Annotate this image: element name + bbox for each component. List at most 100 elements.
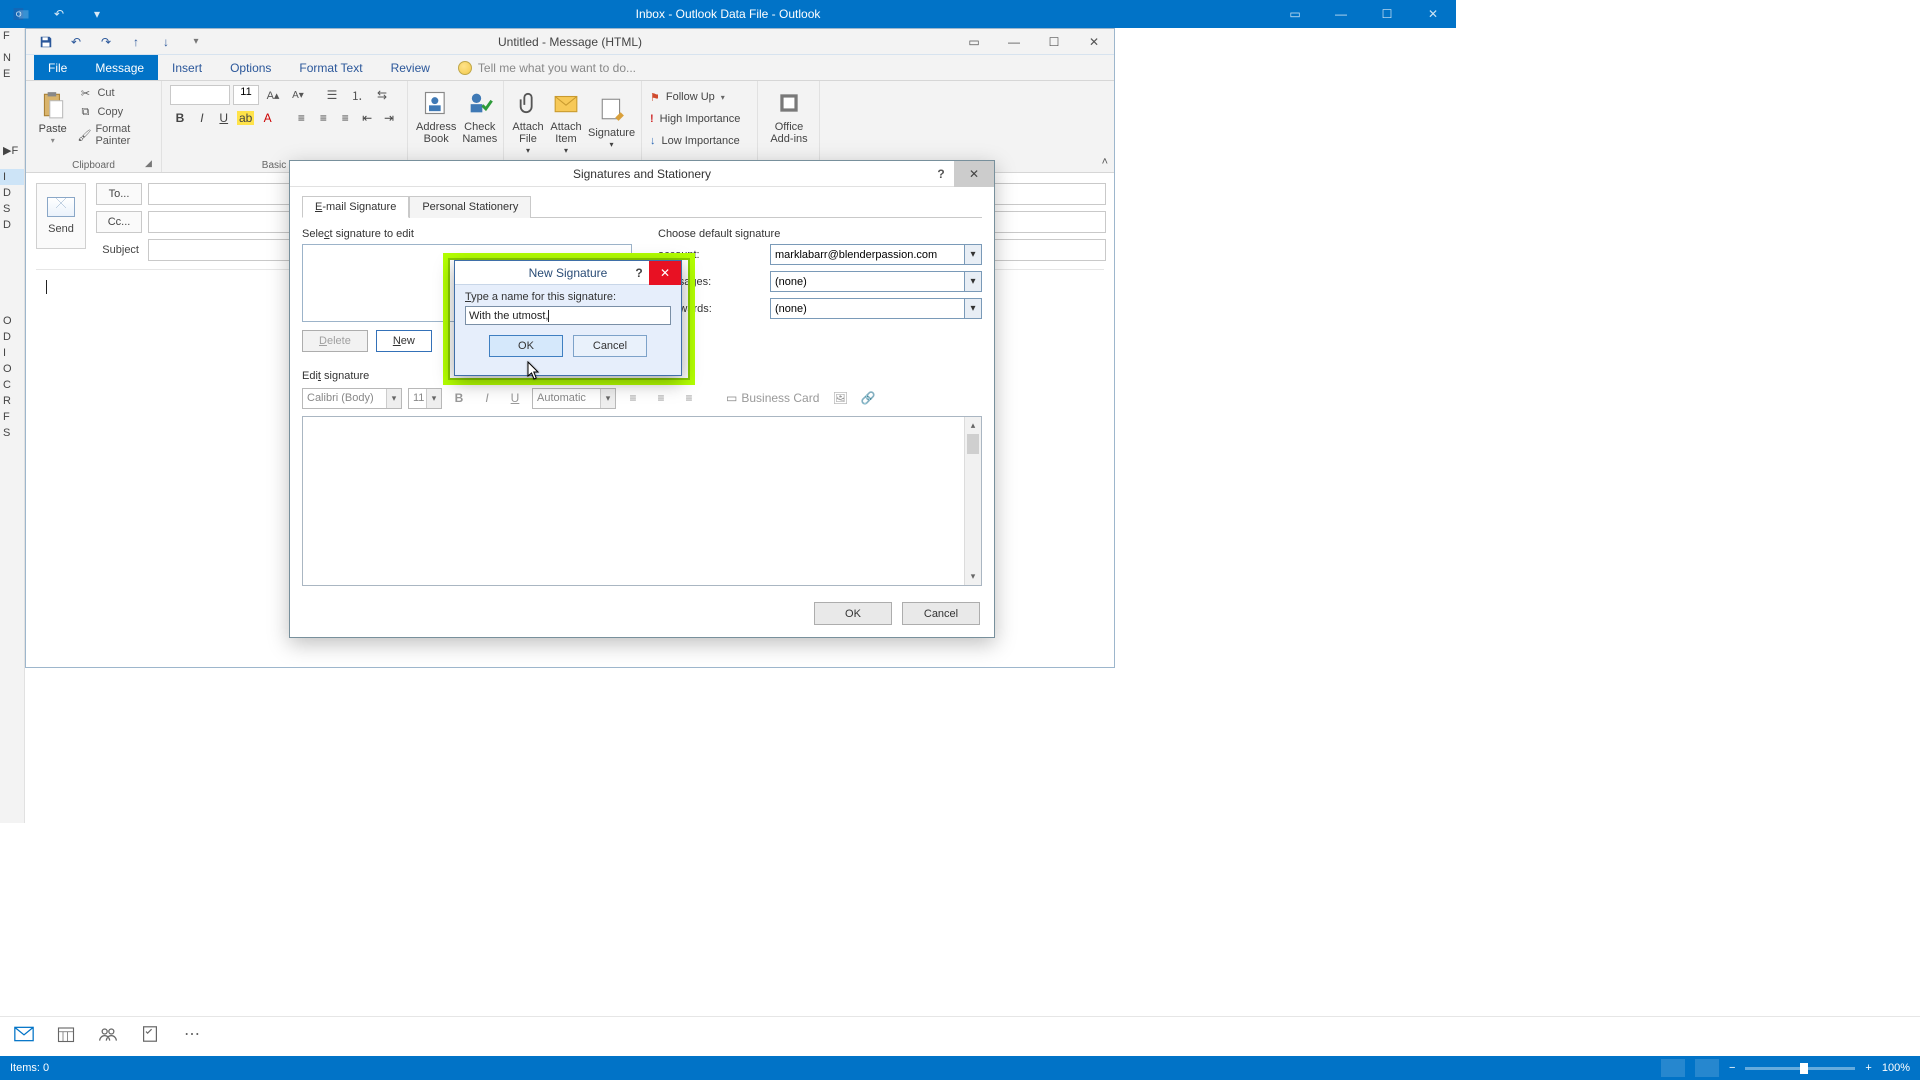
format-painter-button[interactable]: 🖌Format Painter <box>77 123 153 147</box>
address-book-button[interactable]: Address Book <box>416 85 456 145</box>
replies-forwards-select[interactable]: (none)▾ <box>770 298 982 319</box>
font-name-combo[interactable] <box>170 85 230 105</box>
tasks-module-icon[interactable] <box>140 1024 160 1044</box>
copy-button[interactable]: ⧉Copy <box>77 104 153 120</box>
close-icon[interactable]: ✕ <box>1410 0 1456 28</box>
cc-button[interactable]: Cc... <box>96 211 142 233</box>
tell-me-search[interactable]: Tell me what you want to do... <box>444 55 650 80</box>
to-button[interactable]: To... <box>96 183 142 205</box>
zoom-level[interactable]: 100% <box>1882 1062 1910 1074</box>
sig-font-name-select[interactable]: Calibri (Body)▾ <box>302 388 402 409</box>
delete-signature-button[interactable]: Delete <box>302 330 368 352</box>
save-icon[interactable] <box>32 31 60 53</box>
check-names-button[interactable]: Check Names <box>462 85 497 145</box>
tab-file[interactable]: File <box>34 55 81 80</box>
font-color-button[interactable]: A <box>258 109 278 127</box>
sig-italic-button[interactable]: I <box>476 388 498 409</box>
office-addins-button[interactable]: Office Add-ins <box>766 85 812 145</box>
more-modules-icon[interactable]: ⋯ <box>182 1024 202 1044</box>
cut-button[interactable]: ✂Cut <box>77 85 153 101</box>
sig-font-color-select[interactable]: Automatic▾ <box>532 388 616 409</box>
collapse-ribbon-icon[interactable]: ˄ <box>1102 156 1108 168</box>
scroll-down-icon[interactable]: ▾ <box>965 568 981 585</box>
minimize-icon[interactable]: — <box>1318 0 1364 28</box>
outlook-app-icon[interactable]: O <box>6 3 36 25</box>
insert-picture-icon[interactable]: 🖼 <box>829 388 851 409</box>
sig-align-center-icon[interactable]: ≡ <box>650 388 672 409</box>
tab-review[interactable]: Review <box>377 55 444 80</box>
new-messages-select[interactable]: (none)▾ <box>770 271 982 292</box>
scrollbar[interactable]: ▴ ▾ <box>964 417 981 585</box>
sig-bold-button[interactable]: B <box>448 388 470 409</box>
insert-hyperlink-icon[interactable]: 🔗 <box>857 388 879 409</box>
underline-button[interactable]: U <box>214 109 234 127</box>
scroll-thumb[interactable] <box>967 434 979 454</box>
reading-view-icon[interactable] <box>1695 1059 1719 1077</box>
zoom-in-icon[interactable]: + <box>1865 1062 1871 1074</box>
increase-indent-icon[interactable]: ⇥ <box>379 109 399 127</box>
close-icon[interactable]: ✕ <box>649 261 681 285</box>
ribbon-display-options-icon[interactable]: ▭ <box>1272 0 1318 28</box>
attach-file-button[interactable]: Attach File▾ <box>512 85 544 156</box>
zoom-out-icon[interactable]: − <box>1729 1062 1735 1074</box>
follow-up-button[interactable]: ⚑ Follow Up▾ <box>650 87 749 107</box>
close-icon[interactable]: ✕ <box>1074 29 1114 55</box>
tab-message[interactable]: Message <box>81 55 158 80</box>
mail-module-icon[interactable] <box>14 1024 34 1044</box>
email-account-select[interactable]: marklabarr@blenderpassion.com▾ <box>770 244 982 265</box>
new-signature-button[interactable]: New <box>376 330 432 352</box>
tab-format-text[interactable]: Format Text <box>285 55 376 80</box>
decrease-indent-icon[interactable]: ⇤ <box>357 109 377 127</box>
numbering-icon[interactable]: ⒈ <box>346 85 368 105</box>
clipboard-launcher-icon[interactable]: ◢ <box>145 158 157 170</box>
zoom-thumb[interactable] <box>1800 1063 1808 1074</box>
tab-personal-stationery[interactable]: Personal Stationery <box>409 196 531 218</box>
undo-icon[interactable]: ↶ <box>44 3 74 25</box>
previous-item-icon[interactable]: ↑ <box>122 31 150 53</box>
new-signature-name-input[interactable]: With the utmost, <box>465 306 671 325</box>
help-icon[interactable]: ? <box>627 261 651 285</box>
low-importance-button[interactable]: ↓ Low Importance <box>650 131 749 151</box>
redo-icon[interactable]: ↷ <box>92 31 120 53</box>
maximize-icon[interactable]: ☐ <box>1034 29 1074 55</box>
people-module-icon[interactable] <box>98 1024 118 1044</box>
align-right-icon[interactable]: ≡ <box>335 109 355 127</box>
signatures-cancel-button[interactable]: Cancel <box>902 602 980 625</box>
bold-button[interactable]: B <box>170 109 190 127</box>
grow-font-icon[interactable]: A▴ <box>262 85 284 105</box>
maximize-icon[interactable]: ☐ <box>1364 0 1410 28</box>
next-item-icon[interactable]: ↓ <box>152 31 180 53</box>
sig-align-right-icon[interactable]: ≡ <box>678 388 700 409</box>
attach-item-button[interactable]: Attach Item▾ <box>550 85 582 156</box>
paste-button[interactable]: Paste ▾ <box>34 87 71 146</box>
font-size-combo[interactable]: 11 <box>233 85 259 105</box>
align-left-icon[interactable]: ≡ <box>291 109 311 127</box>
sig-underline-button[interactable]: U <box>504 388 526 409</box>
new-signature-cancel-button[interactable]: Cancel <box>573 335 647 357</box>
undo-icon[interactable]: ↶ <box>62 31 90 53</box>
new-signature-ok-button[interactable]: OK <box>489 335 563 357</box>
minimize-icon[interactable]: — <box>994 29 1034 55</box>
normal-view-icon[interactable] <box>1661 1059 1685 1077</box>
outdent-indent-icon[interactable]: ⇆ <box>371 85 393 105</box>
scroll-up-icon[interactable]: ▴ <box>965 417 981 434</box>
calendar-module-icon[interactable] <box>56 1024 76 1044</box>
qat-customize-icon[interactable]: ▾ <box>82 3 112 25</box>
italic-button[interactable]: I <box>192 109 212 127</box>
highlight-button[interactable]: ab <box>236 109 256 127</box>
tab-email-signature[interactable]: E-mail Signature <box>302 196 409 218</box>
high-importance-button[interactable]: ! High Importance <box>650 109 749 129</box>
shrink-font-icon[interactable]: A▾ <box>287 85 309 105</box>
tab-insert[interactable]: Insert <box>158 55 216 80</box>
signature-edit-area[interactable]: ▴ ▾ <box>302 416 982 586</box>
tab-options[interactable]: Options <box>216 55 285 80</box>
business-card-button[interactable]: ▭ Business Card <box>722 388 823 409</box>
sig-font-size-select[interactable]: 11▾ <box>408 388 442 409</box>
signatures-ok-button[interactable]: OK <box>814 602 892 625</box>
qat-customize-icon[interactable]: ▾ <box>182 31 210 53</box>
send-button[interactable]: Send <box>36 183 86 249</box>
align-center-icon[interactable]: ≡ <box>313 109 333 127</box>
bullets-icon[interactable]: ☰ <box>321 85 343 105</box>
help-icon[interactable]: ? <box>928 161 954 187</box>
sig-align-left-icon[interactable]: ≡ <box>622 388 644 409</box>
